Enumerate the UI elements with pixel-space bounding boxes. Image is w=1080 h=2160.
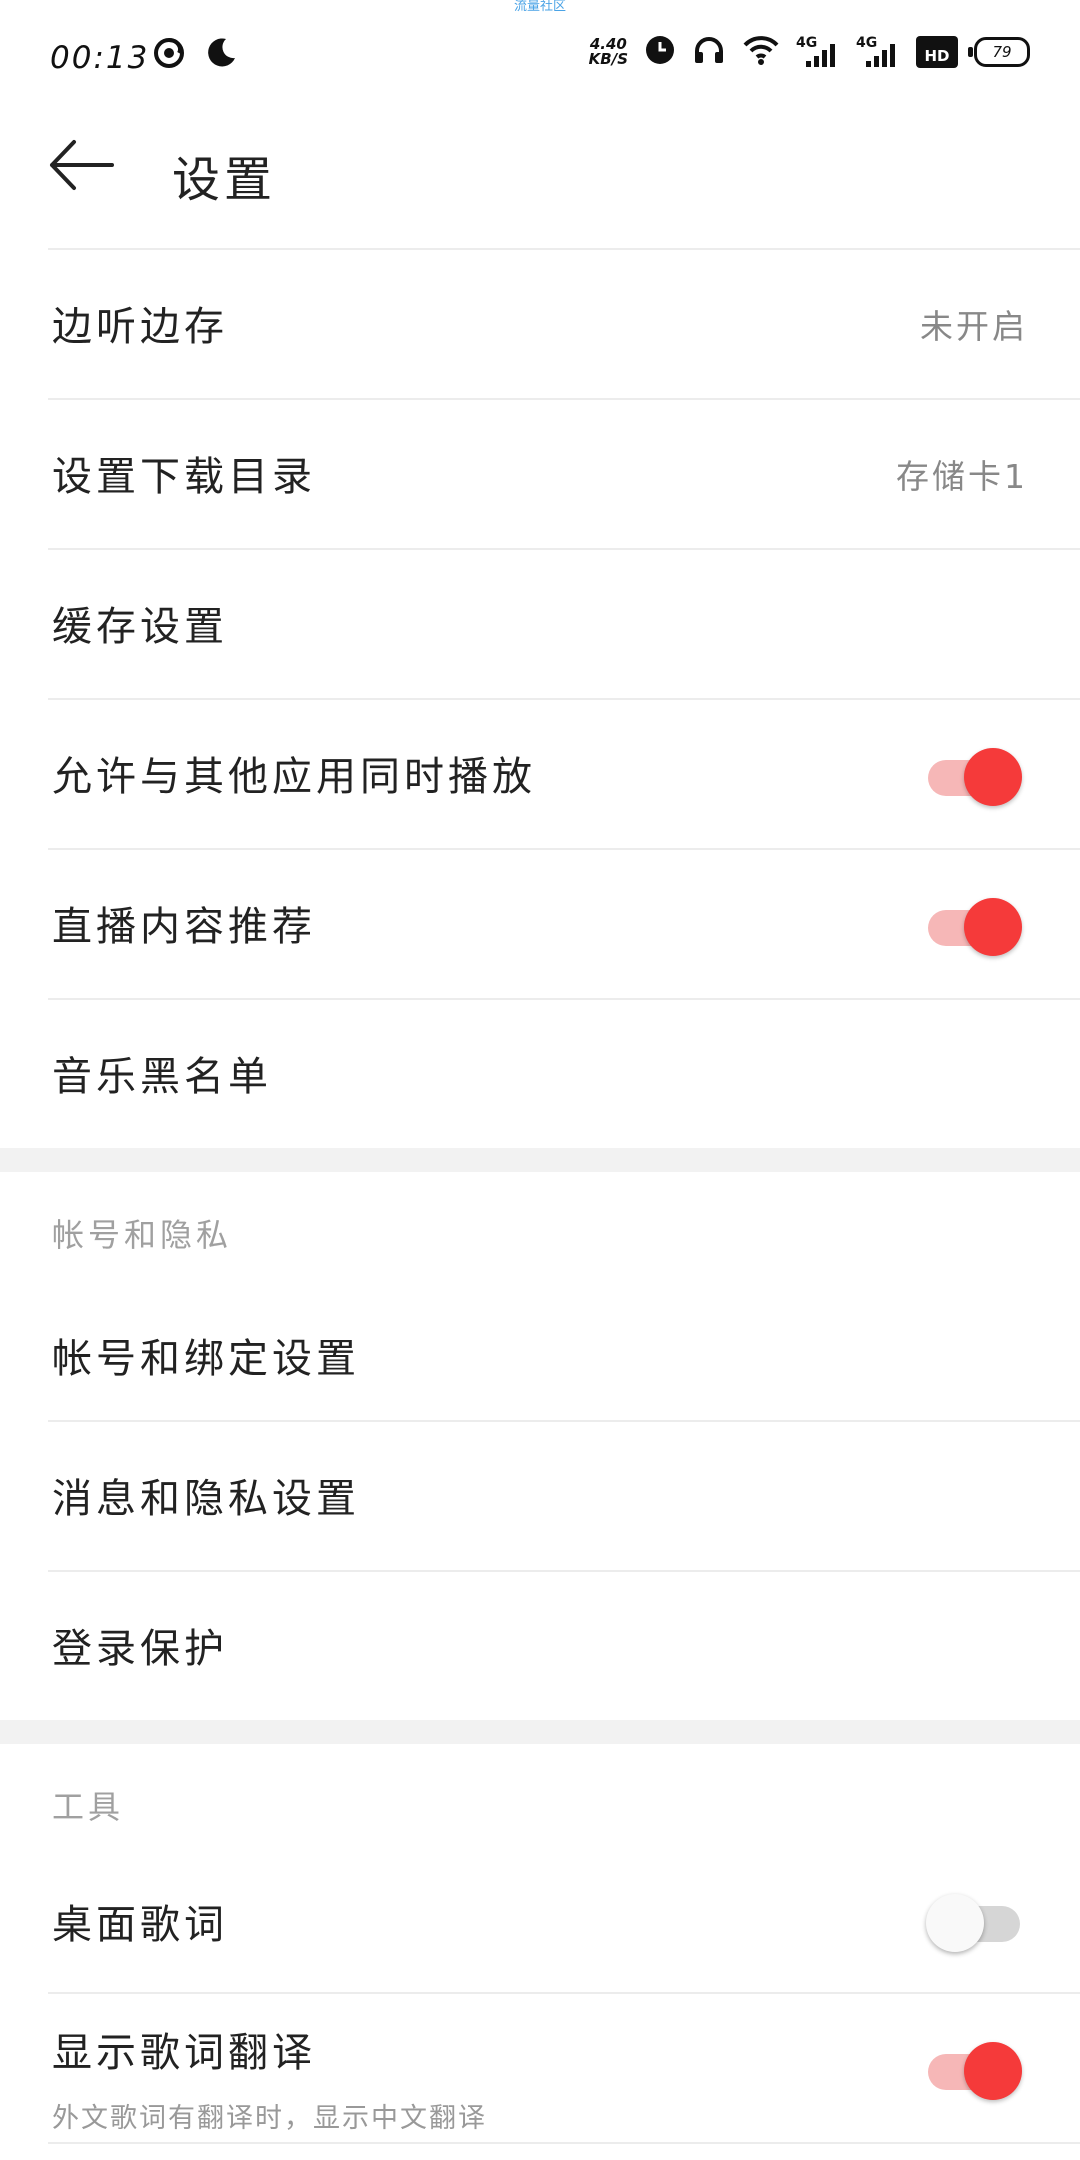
toggle-knob <box>964 898 1022 956</box>
mixed-playback-toggle[interactable] <box>926 748 1022 806</box>
hd-icon: HD <box>916 36 958 68</box>
wifi-icon <box>742 34 780 70</box>
settings-page: 流量社区 00:13 4.40 KB/S 4G 4G HD 79 设置 边听边存… <box>0 0 1080 2160</box>
bottom-divider <box>48 2142 1080 2144</box>
row-label: 消息和隐私设置 <box>52 1476 360 1522</box>
section-divider <box>0 1720 1080 1744</box>
live-recommendation-toggle[interactable] <box>926 898 1022 956</box>
status-right-icons: 4.40 KB/S 4G 4G HD 79 <box>589 34 1030 70</box>
row-label: 显示歌词翻译 <box>52 2030 316 2076</box>
signal-icon: 4G <box>856 35 900 69</box>
watermark-text: 流量社区 <box>513 0 566 14</box>
net-speed-unit: KB/S <box>588 50 628 68</box>
lyrics-translation-toggle[interactable] <box>926 2042 1022 2100</box>
app-header: 设置 <box>0 110 1080 248</box>
clock-icon <box>644 34 676 70</box>
row-label: 直播内容推荐 <box>52 904 316 950</box>
section-title-account: 帐号和隐私 <box>52 1216 233 1254</box>
row-label: 设置下载目录 <box>52 454 316 500</box>
net-speed: 4.40 KB/S <box>589 37 628 67</box>
status-bar: 流量社区 00:13 4.40 KB/S 4G 4G HD 79 <box>0 0 1080 110</box>
back-arrow-icon <box>44 140 114 204</box>
desktop-lyrics-toggle[interactable] <box>926 1894 1022 1952</box>
page-title: 设置 <box>172 152 277 208</box>
row-label: 允许与其他应用同时播放 <box>52 754 536 800</box>
row-desktop-lyrics: 桌面歌词 <box>48 1842 1080 1992</box>
battery-level: 79 <box>992 43 1012 61</box>
status-time: 00:13 <box>50 40 150 76</box>
row-value: 存储卡1 <box>896 457 1028 496</box>
battery-icon: 79 <box>968 37 1030 67</box>
row-label: 登录保护 <box>52 1626 228 1672</box>
row-label: 音乐黑名单 <box>52 1054 272 1100</box>
row-lyrics-translation: 显示歌词翻译 外文歌词有翻译时，显示中文翻译 <box>48 1992 1080 2142</box>
section-divider <box>0 1148 1080 1172</box>
row-cache-settings[interactable]: 缓存设置 <box>48 548 1080 698</box>
row-sublabel: 外文歌词有翻译时，显示中文翻译 <box>52 2103 487 2134</box>
row-label: 桌面歌词 <box>52 1902 228 1948</box>
status-left-icons <box>152 36 238 74</box>
signal-icon: 4G <box>796 35 840 69</box>
row-live-recommendation: 直播内容推荐 <box>48 848 1080 998</box>
row-label: 帐号和绑定设置 <box>52 1336 360 1382</box>
moon-icon <box>204 36 238 74</box>
row-login-protection[interactable]: 登录保护 <box>48 1570 1080 1720</box>
row-account-binding[interactable]: 帐号和绑定设置 <box>48 1270 1080 1420</box>
row-allow-mixed-playback: 允许与其他应用同时播放 <box>48 698 1080 848</box>
row-save-while-listening[interactable]: 边听边存 未开启 <box>48 248 1080 398</box>
headphones-icon <box>692 34 726 70</box>
row-value: 未开启 <box>920 307 1028 346</box>
notification-swirl-icon <box>152 36 186 74</box>
toggle-knob <box>964 748 1022 806</box>
toggle-knob <box>964 2042 1022 2100</box>
row-download-directory[interactable]: 设置下载目录 存储卡1 <box>48 398 1080 548</box>
row-label: 边听边存 <box>52 304 228 350</box>
toggle-knob <box>926 1894 984 1952</box>
row-label: 缓存设置 <box>52 604 228 650</box>
row-music-blacklist[interactable]: 音乐黑名单 <box>48 998 1080 1148</box>
back-button[interactable] <box>44 130 124 210</box>
section-title-tools: 工具 <box>52 1788 125 1826</box>
row-message-privacy[interactable]: 消息和隐私设置 <box>48 1420 1080 1570</box>
